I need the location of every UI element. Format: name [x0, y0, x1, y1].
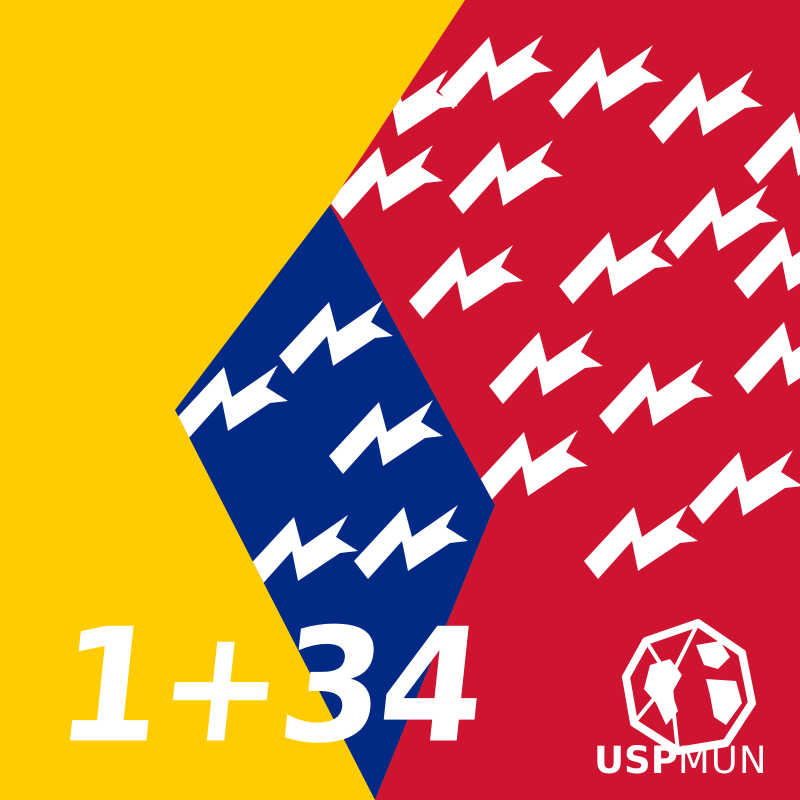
- poster: 1+34 USPMUN: [0, 0, 800, 800]
- brand-wordmark: USPMUN: [594, 742, 768, 779]
- brand-wordmark-part2: MUN: [677, 739, 768, 782]
- headline-text: 1+34: [48, 595, 491, 779]
- brand-wordmark-part1: USP: [594, 739, 678, 782]
